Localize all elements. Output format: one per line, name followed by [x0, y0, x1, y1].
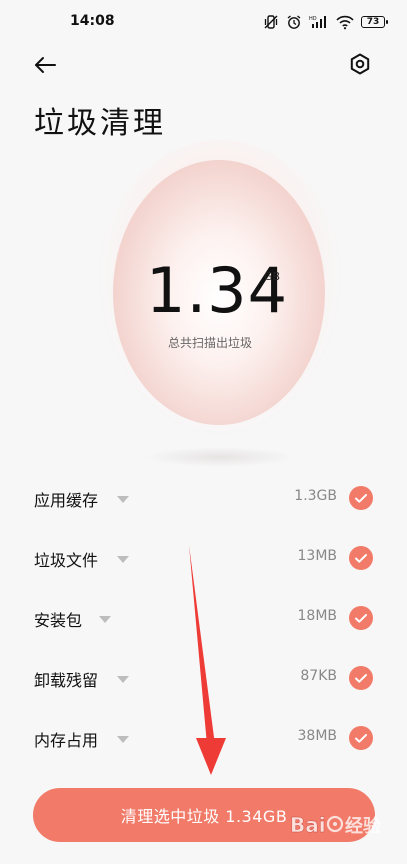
battery-icon: 73 — [361, 16, 388, 28]
status-time: 14:08 — [70, 13, 115, 29]
item-size: 38MB — [297, 728, 338, 744]
checkmark-icon[interactable] — [349, 546, 373, 570]
svg-text:经验: 经验 — [345, 815, 382, 837]
list-item-app-cache[interactable]: 应用缓存 1.3GB — [0, 468, 407, 528]
item-label: 内存占用 — [34, 731, 99, 750]
summary-orb-shadow — [145, 447, 295, 467]
checkmark-icon[interactable] — [349, 666, 373, 690]
item-label: 垃圾文件 — [34, 551, 99, 570]
status-icons: HD 73 — [263, 12, 388, 32]
svg-text:HD: HD — [309, 16, 317, 22]
svg-text:Bai: Bai — [290, 813, 326, 837]
list-item-memory-usage[interactable]: 内存占用 38MB — [0, 708, 407, 768]
chevron-down-icon[interactable] — [99, 616, 111, 623]
chevron-down-icon[interactable] — [117, 496, 129, 503]
item-label: 应用缓存 — [34, 491, 99, 510]
item-size: 1.3GB — [294, 488, 337, 504]
mute-vibrate-icon — [263, 14, 279, 30]
battery-level: 73 — [366, 17, 380, 27]
checkmark-icon[interactable] — [349, 606, 373, 630]
list-item-uninstall-residue[interactable]: 卸载残留 87KB — [0, 648, 407, 708]
alarm-icon — [286, 14, 302, 30]
checkmark-icon[interactable] — [349, 486, 373, 510]
page-title: 垃圾清理 — [34, 106, 166, 141]
chevron-down-icon[interactable] — [117, 556, 129, 563]
item-size: 18MB — [297, 608, 338, 624]
wifi-icon — [336, 14, 354, 30]
item-size: 87KB — [300, 668, 337, 684]
checkmark-icon[interactable] — [349, 726, 373, 750]
settings-icon[interactable] — [347, 51, 373, 77]
chevron-down-icon[interactable] — [117, 736, 129, 743]
total-size-value: 1.34 — [146, 254, 289, 327]
total-size-caption: 总共扫描出垃圾 — [167, 336, 252, 350]
list-item-junk-files[interactable]: 垃圾文件 13MB — [0, 528, 407, 588]
baidu-jingyan-watermark: Bai 经验 — [290, 805, 402, 845]
status-bar: 14:08 HD 73 — [0, 0, 407, 44]
item-label: 安装包 — [34, 611, 83, 630]
back-arrow-icon[interactable] — [32, 52, 58, 78]
chevron-down-icon[interactable] — [117, 676, 129, 683]
total-size-unit: GB — [264, 270, 281, 283]
hd-signal-icon: HD — [309, 14, 329, 30]
item-label: 卸载残留 — [34, 671, 99, 690]
item-size: 13MB — [297, 548, 338, 564]
list-item-install-packages[interactable]: 安装包 18MB — [0, 588, 407, 648]
